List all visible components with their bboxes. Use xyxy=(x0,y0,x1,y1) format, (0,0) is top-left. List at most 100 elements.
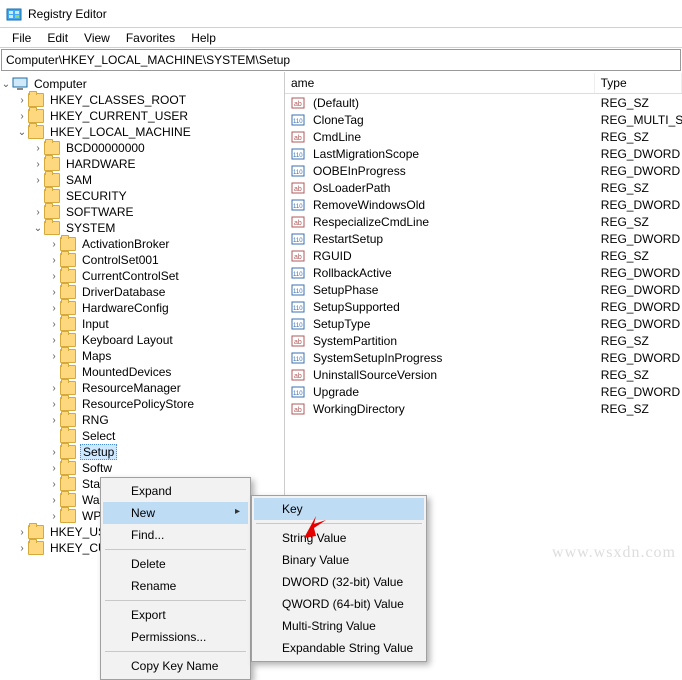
value-name: SetupPhase xyxy=(307,283,595,297)
expand-toggle[interactable] xyxy=(16,527,28,538)
expand-toggle[interactable] xyxy=(16,111,28,122)
list-row[interactable]: 110 RestartSetup REG_DWORD xyxy=(285,230,682,247)
expand-toggle[interactable] xyxy=(0,79,12,90)
list-row[interactable]: ab CmdLine REG_SZ xyxy=(285,128,682,145)
expand-toggle[interactable] xyxy=(16,543,28,554)
menu-item[interactable]: Delete xyxy=(103,553,248,575)
expand-toggle[interactable] xyxy=(48,383,60,394)
menu-item[interactable]: Expand xyxy=(103,480,248,502)
list-row[interactable]: ab SystemPartition REG_SZ xyxy=(285,332,682,349)
expand-toggle[interactable] xyxy=(48,447,60,458)
expand-toggle[interactable] xyxy=(32,223,44,234)
context-menu[interactable]: ExpandNewFind... DeleteRename ExportPermis… xyxy=(100,477,251,680)
tree-item[interactable]: ActivationBroker xyxy=(0,236,284,252)
expand-toggle[interactable] xyxy=(16,95,28,106)
tree-item[interactable]: ResourceManager xyxy=(0,380,284,396)
expand-toggle[interactable] xyxy=(32,159,44,170)
list-row[interactable]: 110 SetupType REG_DWORD xyxy=(285,315,682,332)
value-type: REG_DWORD xyxy=(595,198,682,212)
list-row[interactable]: 110 SystemSetupInProgress REG_DWORD xyxy=(285,349,682,366)
expand-toggle[interactable] xyxy=(48,511,60,522)
menu-item[interactable]: Permissions... xyxy=(103,626,248,648)
menu-item[interactable]: Expandable String Value xyxy=(254,637,424,659)
expand-toggle[interactable] xyxy=(48,463,60,474)
menu-item[interactable]: Multi-String Value xyxy=(254,615,424,637)
list-row[interactable]: 110 OOBEInProgress REG_DWORD xyxy=(285,162,682,179)
list-row[interactable]: ab RGUID REG_SZ xyxy=(285,247,682,264)
menu-item[interactable]: Find... xyxy=(103,524,248,546)
menu-item[interactable]: QWORD (64-bit) Value xyxy=(254,593,424,615)
address-bar[interactable]: Computer\HKEY_LOCAL_MACHINE\SYSTEM\Setup xyxy=(1,49,681,71)
expand-toggle[interactable] xyxy=(48,255,60,266)
tree-item[interactable]: SECURITY xyxy=(0,188,284,204)
tree-item[interactable]: Setup xyxy=(0,444,284,460)
menu-help[interactable]: Help xyxy=(183,29,224,47)
menu-item[interactable]: Binary Value xyxy=(254,549,424,571)
tree-item[interactable]: BCD00000000 xyxy=(0,140,284,156)
list-row[interactable]: 110 SetupSupported REG_DWORD xyxy=(285,298,682,315)
context-submenu-new[interactable]: Key String ValueBinary ValueDWORD (32-bit… xyxy=(251,495,427,662)
tree-item[interactable]: Computer xyxy=(0,76,284,92)
expand-toggle[interactable] xyxy=(48,495,60,506)
expand-toggle[interactable] xyxy=(48,479,60,490)
menu-item[interactable]: Copy Key Name xyxy=(103,655,248,677)
menu-item[interactable]: Export xyxy=(103,604,248,626)
menu-view[interactable]: View xyxy=(76,29,118,47)
list-row[interactable]: 110 CloneTag REG_MULTI_SZ xyxy=(285,111,682,128)
tree-item[interactable]: HKEY_CLASSES_ROOT xyxy=(0,92,284,108)
tree-item[interactable]: Input xyxy=(0,316,284,332)
tree-item[interactable]: HKEY_LOCAL_MACHINE xyxy=(0,124,284,140)
col-name[interactable]: ame xyxy=(285,73,595,93)
expand-toggle[interactable] xyxy=(32,143,44,154)
list-row[interactable]: 110 LastMigrationScope REG_DWORD xyxy=(285,145,682,162)
tree-item[interactable]: Keyboard Layout xyxy=(0,332,284,348)
list-row[interactable]: ab OsLoaderPath REG_SZ xyxy=(285,179,682,196)
tree-item[interactable]: SYSTEM xyxy=(0,220,284,236)
tree-item[interactable]: ResourcePolicyStore xyxy=(0,396,284,412)
list-row[interactable]: ab (Default) REG_SZ xyxy=(285,94,682,111)
menu-file[interactable]: File xyxy=(4,29,39,47)
expand-toggle[interactable] xyxy=(48,351,60,362)
expand-toggle[interactable] xyxy=(48,335,60,346)
tree-item[interactable]: Maps xyxy=(0,348,284,364)
tree-item[interactable]: HARDWARE xyxy=(0,156,284,172)
menu-item[interactable]: DWORD (32-bit) Value xyxy=(254,571,424,593)
tree-item[interactable]: SAM xyxy=(0,172,284,188)
tree-item[interactable]: ControlSet001 xyxy=(0,252,284,268)
expand-toggle[interactable] xyxy=(48,399,60,410)
list-row[interactable]: 110 RollbackActive REG_DWORD xyxy=(285,264,682,281)
expand-toggle[interactable] xyxy=(48,319,60,330)
expand-toggle[interactable] xyxy=(48,287,60,298)
list-row[interactable]: 110 Upgrade REG_DWORD xyxy=(285,383,682,400)
tree-item[interactable]: Select xyxy=(0,428,284,444)
menu-item[interactable]: Rename xyxy=(103,575,248,597)
tree-item[interactable]: DriverDatabase xyxy=(0,284,284,300)
tree-item[interactable]: MountedDevices xyxy=(0,364,284,380)
tree-item[interactable]: HKEY_CURRENT_USER xyxy=(0,108,284,124)
expand-toggle[interactable] xyxy=(48,415,60,426)
expand-toggle[interactable] xyxy=(48,239,60,250)
menu-item[interactable]: String Value xyxy=(254,527,424,549)
list-row[interactable]: ab WorkingDirectory REG_SZ xyxy=(285,400,682,417)
expand-toggle[interactable] xyxy=(48,271,60,282)
menu-edit[interactable]: Edit xyxy=(39,29,76,47)
expand-toggle[interactable] xyxy=(32,175,44,186)
menu-favorites[interactable]: Favorites xyxy=(118,29,183,47)
col-type[interactable]: Type xyxy=(595,73,682,93)
tree-item[interactable]: SOFTWARE xyxy=(0,204,284,220)
tree-item[interactable]: HardwareConfig xyxy=(0,300,284,316)
list-row[interactable]: ab UninstallSourceVersion REG_SZ xyxy=(285,366,682,383)
value-name: CloneTag xyxy=(307,113,595,127)
list-row[interactable]: ab RespecializeCmdLine REG_SZ xyxy=(285,213,682,230)
menu-item[interactable]: Key xyxy=(254,498,424,520)
tree-item[interactable]: Softw xyxy=(0,460,284,476)
svg-text:110: 110 xyxy=(293,323,303,329)
list-row[interactable]: 110 SetupPhase REG_DWORD xyxy=(285,281,682,298)
expand-toggle[interactable] xyxy=(48,303,60,314)
tree-item[interactable]: CurrentControlSet xyxy=(0,268,284,284)
tree-item[interactable]: RNG xyxy=(0,412,284,428)
expand-toggle[interactable] xyxy=(32,207,44,218)
list-row[interactable]: 110 RemoveWindowsOld REG_DWORD xyxy=(285,196,682,213)
expand-toggle[interactable] xyxy=(16,127,28,138)
menu-item[interactable]: New xyxy=(103,502,248,524)
